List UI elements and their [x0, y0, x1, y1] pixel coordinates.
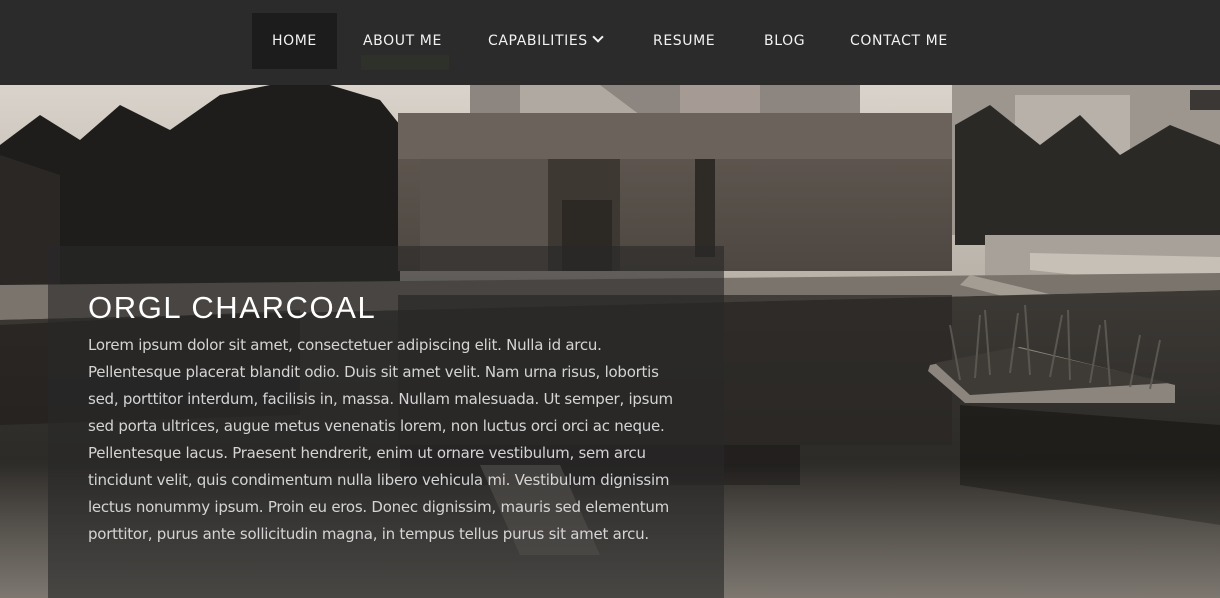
nav-item-home[interactable]: HOME — [252, 13, 337, 69]
nav-item-about-me[interactable]: ABOUT ME — [363, 13, 442, 69]
nav-item-label: CAPABILITIES — [488, 33, 588, 49]
nav-item-label: RESUME — [653, 33, 716, 49]
page: HOME ABOUT ME CAPABILITIES RESUME BLOG C… — [0, 0, 1220, 598]
main-nav: HOME ABOUT ME CAPABILITIES RESUME BLOG C… — [0, 0, 1220, 85]
nav-item-label: HOME — [272, 33, 317, 49]
nav-item-label: ABOUT ME — [363, 33, 442, 49]
hero-section: ORGL CHARCOAL Lorem ipsum dolor sit amet… — [0, 85, 1220, 598]
nav-item-contact-me[interactable]: CONTACT ME — [850, 13, 948, 69]
hero-title: ORGL CHARCOAL — [88, 290, 377, 325]
hero-body-text: Lorem ipsum dolor sit amet, consectetuer… — [88, 336, 673, 543]
nav-item-blog[interactable]: BLOG — [764, 13, 805, 69]
nav-item-resume[interactable]: RESUME — [653, 13, 715, 69]
hero-text-panel: ORGL CHARCOAL Lorem ipsum dolor sit amet… — [48, 246, 724, 598]
nav-item-label: CONTACT ME — [850, 33, 948, 49]
chevron-down-icon — [592, 31, 604, 43]
nav-item-label: BLOG — [764, 33, 806, 49]
nav-item-capabilities[interactable]: CAPABILITIES — [488, 13, 604, 69]
